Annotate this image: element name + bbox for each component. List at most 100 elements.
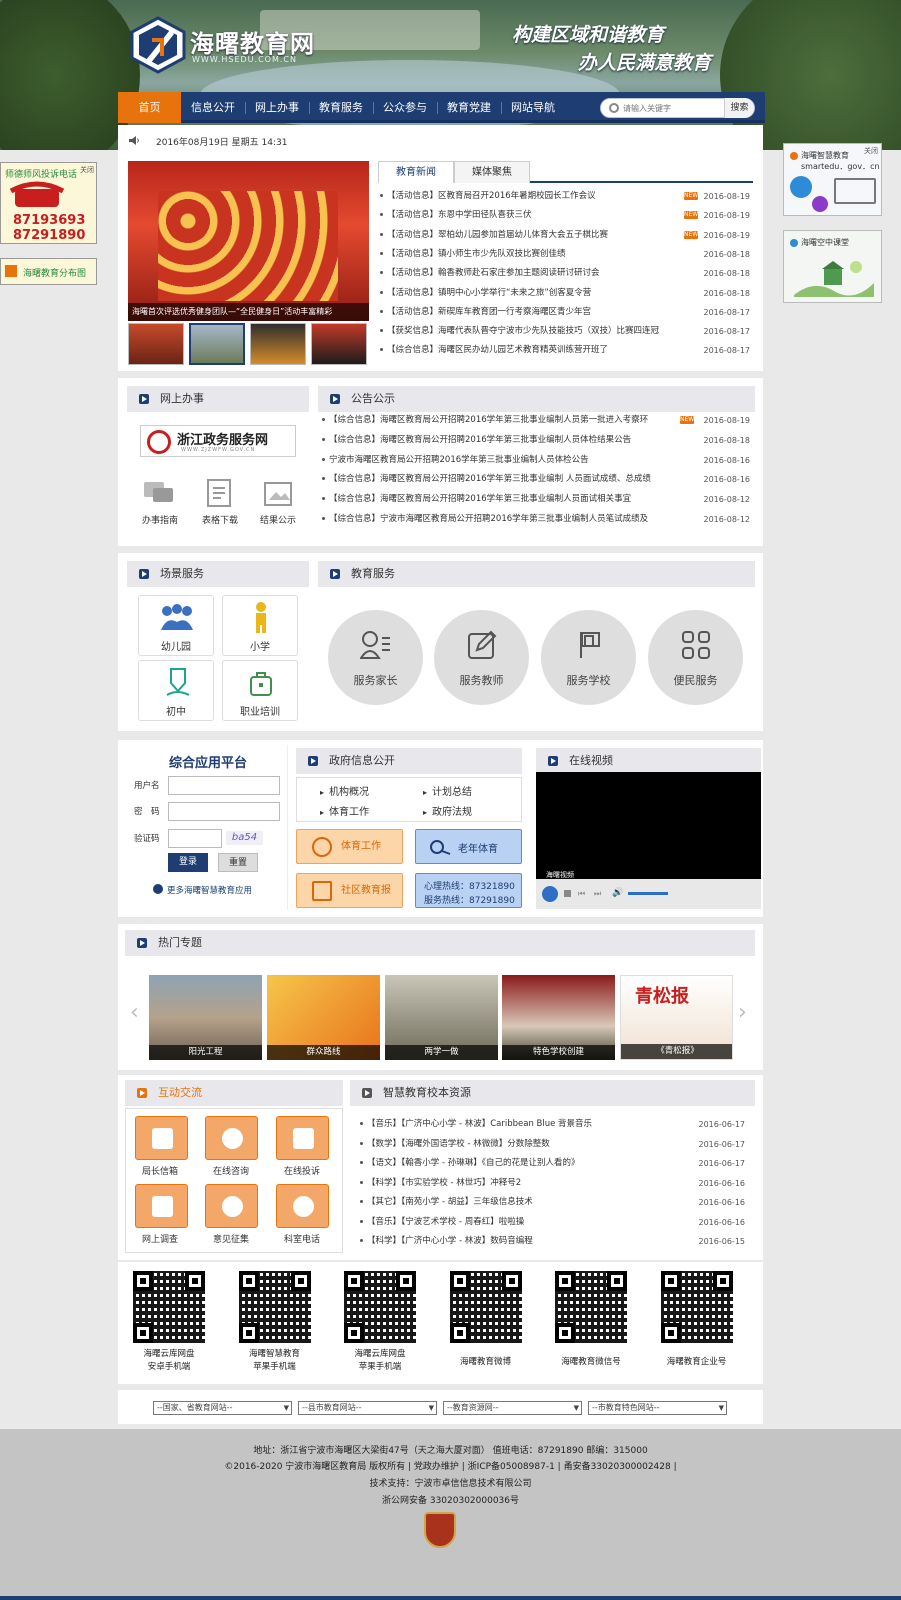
news-title[interactable]: 【综合信息】海曙区民办幼儿园艺术教育精英训练营开班了 [387,345,608,355]
tab-media-focus[interactable]: 媒体聚焦 [454,161,530,183]
complaint-float-close[interactable]: 关闭 [80,165,94,175]
news-item[interactable]: 【活动信息】新碶库车教育团一行考察海曙区青少年宫 2016-08-17 [380,303,750,322]
topic-special-school[interactable]: 特色学校创建 [502,975,615,1060]
gov-link-plan[interactable]: 计划总结 [423,783,472,798]
news-item[interactable]: 【活动信息】东恩中学田径队喜获三伏 NEW 2016-08-19 [380,206,750,225]
distribution-map-float[interactable]: 海曙教育分布图 [0,258,97,285]
news-title[interactable]: 【活动信息】翠柏幼儿园参加首届幼儿体育大会五子棋比赛 [387,230,608,240]
more-apps-link[interactable]: 更多海曙智慧教育应用 [167,884,252,896]
news-title[interactable]: 【活动信息】东恩中学田径队喜获三伏 [387,210,532,220]
news-title[interactable]: 【活动信息】镇小师生市少先队双技比赛创佳绩 [387,249,566,259]
news-title[interactable]: 【活动信息】翰香教师赴石家庄参加主题阅读研讨研讨会 [387,268,600,278]
service-schools[interactable]: 服务学校 [541,610,636,705]
qr-code[interactable] [235,1268,314,1346]
resource-title[interactable]: 【科学】【广济中心小学 - 林波】数码音编程 [367,1236,533,1246]
notice-item[interactable]: 【综合信息】海曙区教育局公开招聘2016学年第三批事业编制人员第一批进入考察环 N… [322,411,750,430]
slide-caption[interactable]: 海曙首次评选优秀健身团队—“全民健身日”活动丰富精彩 [128,303,369,321]
notice-item[interactable]: 宁波市海曙区教育局公开招聘2016学年第三批事业编制人员体检公告 2016-08-… [322,451,750,470]
nav-online-service[interactable]: 网上办事 [245,92,309,123]
stop-icon[interactable] [564,890,571,897]
select-county-sites[interactable]: --县市教育网站-- [298,1401,437,1415]
resource-item[interactable]: 【科学】【广济中心小学 - 林波】数码音编程 2016-06-15 [360,1232,745,1251]
resource-item[interactable]: 【数学】【海曙外国语学校 - 林微微】分数除整数 2016-06-17 [360,1135,745,1154]
phone-button[interactable] [276,1184,329,1228]
guide-label[interactable]: 办事指南 [135,513,185,526]
login-button[interactable]: 登录 [168,853,208,872]
mailbox-button[interactable] [135,1116,188,1160]
complaint-label[interactable]: 在线投诉 [272,1164,332,1177]
topic-mass-line[interactable]: 群众路线 [267,975,380,1060]
resource-title[interactable]: 【音乐】【广济中心小学 - 林波】Caribbean Blue 背景音乐 [367,1119,592,1129]
resource-title[interactable]: 【科学】【市实验学校 - 林世巧】冲释号2 [367,1178,521,1188]
nav-party-building[interactable]: 教育党建 [437,92,501,123]
gov-link-org[interactable]: 机构概况 [320,783,369,798]
service-teachers[interactable]: 服务教师 [434,610,529,705]
captcha-input[interactable] [168,829,222,848]
notice-item[interactable]: 【综合信息】海曙区教育局公开招聘2016学年第三批事业编制人员面试相关事宜 201… [322,490,750,509]
nav-edu-service[interactable]: 教育服务 [309,92,373,123]
news-title[interactable]: 【活动信息】区教育局召开2016年暑期校园长工作会议 [387,191,596,201]
next-arrow-icon[interactable]: › [738,1000,747,1025]
consult-button[interactable] [205,1116,258,1160]
notice-title[interactable]: 【综合信息】宁波市海曙区教育局公开招聘2016学年第三批事业编制人员笔试成绩及 [329,514,648,524]
slide-thumb[interactable] [311,323,367,365]
tab-edu-news[interactable]: 教育新闻 [378,161,454,183]
footer-police[interactable]: 浙公网安备 33020302000036号 [0,1493,901,1506]
notice-item[interactable]: 【综合信息】宁波市海曙区教育局公开招聘2016学年第三批事业编制人员笔试成绩及 2… [322,510,750,529]
notice-item[interactable]: 【综合信息】海曙区教育局公开招聘2016学年第三批事业编制 人员面试成绩、总成绩… [322,470,750,489]
news-slideshow[interactable]: 海曙首次评选优秀健身团队—“全民健身日”活动丰富精彩 [128,161,369,321]
mailbox-label[interactable]: 局长信箱 [130,1164,190,1177]
qr-code[interactable] [130,1268,208,1346]
video-player[interactable]: 海曙视频 ⏮ ⏭ 🔊 [536,772,761,909]
resource-title[interactable]: 【其它】【南苑小学 - 胡益】三年级信息技术 [367,1197,533,1207]
form-download-icon[interactable] [206,478,232,508]
survey-label[interactable]: 网上调查 [130,1232,190,1245]
qr-code[interactable] [341,1268,419,1346]
slide-thumb[interactable] [250,323,306,365]
topic-sunshine[interactable]: 阳光工程 [149,975,262,1060]
chat-icon[interactable] [143,480,175,508]
news-title[interactable]: 【活动信息】镇明中心小学举行“未来之旅”创客夏令营 [387,288,591,298]
service-public[interactable]: 便民服务 [648,610,743,705]
captcha-image[interactable]: ba54 [226,831,263,845]
gov-badge-icon[interactable] [424,1512,456,1548]
select-national-sites[interactable]: --国家、省教育网站-- [153,1401,292,1415]
notice-item[interactable]: 【综合信息】海曙区教育局公开招聘2016学年第三批事业编制人员体检结果公告 201… [322,431,750,450]
consult-label[interactable]: 在线咨询 [201,1164,261,1177]
complaint-button[interactable] [276,1116,329,1160]
news-item[interactable]: 【活动信息】区教育局召开2016年暑期校园长工作会议 NEW 2016-08-19 [380,187,750,206]
qr-code[interactable] [446,1268,525,1346]
qr-code[interactable] [552,1268,630,1346]
news-title[interactable]: 【活动信息】新碶库车教育团一行考察海曙区青少年宫 [387,307,591,317]
news-item[interactable]: 【活动信息】翠柏幼儿园参加首届幼儿体育大会五子棋比赛 NEW 2016-08-19 [380,226,750,245]
gov-link-sports[interactable]: 体育工作 [320,803,369,818]
resource-item[interactable]: 【其它】【南苑小学 - 胡益】三年级信息技术 2016-06-16 [360,1193,745,1212]
next-icon[interactable]: ⏭ [594,889,601,899]
community-edu-button[interactable]: 社区教育报 [296,873,403,908]
qr-code[interactable] [657,1268,736,1346]
opinion-button[interactable] [205,1184,258,1228]
elder-sports-button[interactable]: 老年体育 [415,829,522,864]
select-featured-sites[interactable]: --市教育特色网站-- [588,1401,727,1415]
resource-item[interactable]: 【音乐】【广济中心小学 - 林波】Caribbean Blue 背景音乐 2016… [360,1115,745,1134]
phone-label[interactable]: 科室电话 [272,1232,332,1245]
news-item[interactable]: 【活动信息】翰香教师赴石家庄参加主题阅读研讨研讨会 2016-08-18 [380,264,750,283]
news-item[interactable]: 【综合信息】海曙区民办幼儿园艺术教育精英训练营开班了 2016-08-17 [380,341,750,360]
reset-button[interactable]: 重置 [218,853,258,872]
resource-item[interactable]: 【音乐】【宁波艺术学校 - 周春红】啦啦操 2016-06-16 [360,1213,745,1232]
notice-title[interactable]: 宁波市海曙区教育局公开招聘2016学年第三批事业编制人员体检公告 [329,455,589,465]
news-item[interactable]: 【活动信息】镇明中心小学举行“未来之旅”创客夏令营 2016-08-18 [380,284,750,303]
nav-public-participation[interactable]: 公众参与 [373,92,437,123]
sky-classroom-float[interactable]: 海曙空中课堂 [783,230,882,303]
news-title[interactable]: 【获奖信息】海曙代表队晋夺宁波市少先队技能技巧（双技）比赛四连冠 [387,326,659,336]
survey-button[interactable] [135,1184,188,1228]
prev-arrow-icon[interactable]: ‹ [130,1000,139,1025]
logo-icon[interactable] [128,16,188,74]
sports-work-button[interactable]: 体育工作 [296,829,403,864]
news-item[interactable]: 【活动信息】镇小师生市少先队双技比赛创佳绩 2016-08-18 [380,245,750,264]
search-button[interactable]: 搜索 [724,98,754,118]
notice-title[interactable]: 【综合信息】海曙区教育局公开招聘2016学年第三批事业编制人员面试相关事宜 [329,494,631,504]
resource-title[interactable]: 【音乐】【宁波艺术学校 - 周春红】啦啦操 [367,1217,524,1227]
result-icon[interactable] [263,480,293,508]
nav-home[interactable]: 首页 [118,92,181,123]
